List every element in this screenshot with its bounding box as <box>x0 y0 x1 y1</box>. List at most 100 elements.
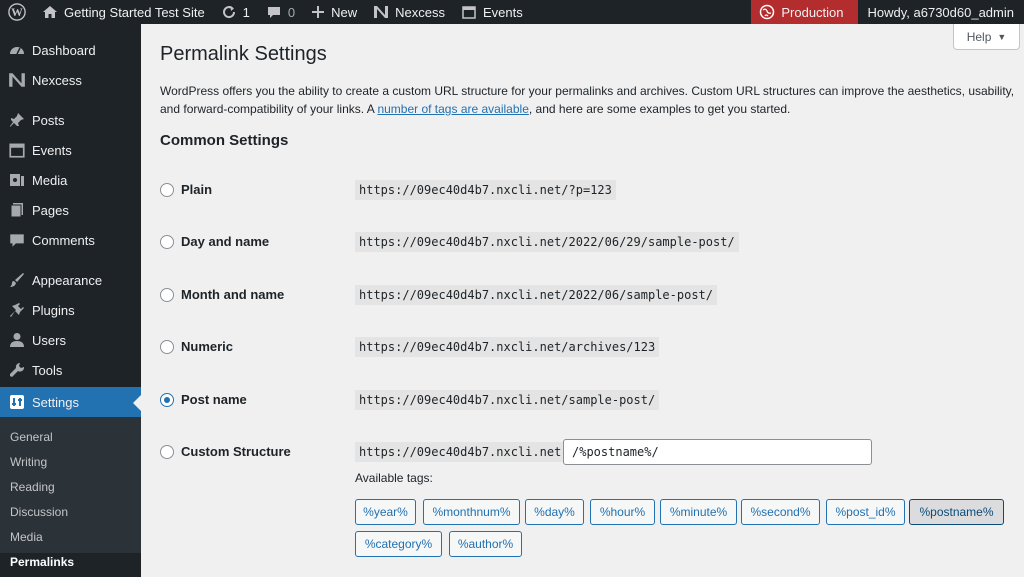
sidebar-item-label: Pages <box>32 202 69 218</box>
comments-link[interactable]: 0 <box>258 0 303 24</box>
submenu-item-media[interactable]: Media <box>10 530 43 544</box>
tag-hour-button[interactable]: %hour% <box>590 499 655 525</box>
page-title: Permalink Settings <box>160 43 327 65</box>
site-name-link[interactable]: Getting Started Test Site <box>34 0 213 24</box>
submenu-item-writing[interactable]: Writing <box>10 455 47 469</box>
intro-text-end: , and here are some examples to get you … <box>528 102 791 116</box>
tag-postname-button[interactable]: %postname% <box>909 499 1004 525</box>
tags-documentation-link[interactable]: number of tags are available <box>377 102 528 116</box>
tag-category-button[interactable]: %category% <box>355 531 442 557</box>
tag-second-button[interactable]: %second% <box>741 499 820 525</box>
pin-icon <box>7 110 27 130</box>
comments-count: 0 <box>287 4 296 20</box>
production-environment-badge[interactable]: Production <box>751 0 858 24</box>
admin-bar: W Getting Started Test Site 1 0 New Nexc… <box>0 0 1024 24</box>
plugin-icon <box>7 300 27 320</box>
sidebar-item-posts[interactable]: Posts <box>0 105 141 135</box>
radio-plain[interactable] <box>160 183 174 197</box>
sidebar-item-label: Events <box>32 142 72 158</box>
submenu-item-permalinks[interactable]: Permalinks <box>10 555 74 569</box>
media-icon <box>7 170 27 190</box>
admin-sidebar: Dashboard Nexcess Posts Events Media Pag… <box>0 24 141 577</box>
sidebar-item-dashboard[interactable]: Dashboard <box>0 35 141 65</box>
permalink-option-plain: Plain https://09ec40d4b7.nxcli.net/?p=12… <box>160 178 1020 202</box>
calendar-icon <box>7 140 27 160</box>
sidebar-item-tools[interactable]: Tools <box>0 355 141 385</box>
main-content: Help ▼ Permalink Settings WordPress offe… <box>141 24 1024 577</box>
sidebar-item-nexcess[interactable]: Nexcess <box>0 65 141 95</box>
option-label[interactable]: Plain <box>181 182 212 197</box>
example-url: https://09ec40d4b7.nxcli.net/archives/12… <box>355 337 660 357</box>
radio-post-name[interactable] <box>160 393 174 407</box>
sidebar-item-label: Users <box>32 332 66 348</box>
tag-monthnum-button[interactable]: %monthnum% <box>423 499 520 525</box>
tag-year-button[interactable]: %year% <box>355 499 416 525</box>
sidebar-item-label: Tools <box>32 362 63 378</box>
comment-bubble-icon <box>267 7 280 18</box>
sidebar-item-appearance[interactable]: Appearance <box>0 265 141 295</box>
help-button[interactable]: Help ▼ <box>953 24 1020 50</box>
events-link[interactable]: Events <box>453 0 531 24</box>
home-icon <box>43 6 57 18</box>
sidebar-item-label: Plugins <box>32 302 75 318</box>
option-label[interactable]: Post name <box>181 392 247 407</box>
submenu-item-general[interactable]: General <box>10 430 53 444</box>
tag-minute-button[interactable]: %minute% <box>660 499 737 525</box>
nexcess-icon <box>7 70 27 90</box>
tag-post-id-button[interactable]: %post_id% <box>826 499 905 525</box>
nexcess-link[interactable]: Nexcess <box>365 0 453 24</box>
updates-link[interactable]: 1 <box>213 0 258 24</box>
radio-custom-structure[interactable] <box>160 445 174 459</box>
common-settings-heading: Common Settings <box>160 132 289 149</box>
wrench-icon <box>7 360 27 380</box>
comment-icon <box>7 230 27 250</box>
tag-author-button[interactable]: %author% <box>449 531 522 557</box>
new-label: New <box>331 4 358 20</box>
nexcess-icon <box>374 6 389 18</box>
caret-down-icon: ▼ <box>997 31 1007 42</box>
example-url: https://09ec40d4b7.nxcli.net/2022/06/29/… <box>355 232 739 252</box>
user-account-menu[interactable]: Howdy, a6730d60_admin <box>858 0 1024 24</box>
dashboard-icon <box>7 40 27 60</box>
sidebar-item-plugins[interactable]: Plugins <box>0 295 141 325</box>
available-tags-label: Available tags: <box>355 471 433 485</box>
pages-icon <box>7 200 27 220</box>
sidebar-item-label: Settings <box>32 394 79 410</box>
tag-day-button[interactable]: %day% <box>525 499 584 525</box>
permalink-option-month-and-name: Month and name https://09ec40d4b7.nxcli.… <box>160 283 1020 307</box>
custom-structure-input[interactable] <box>563 439 872 465</box>
radio-day-and-name[interactable] <box>160 235 174 249</box>
radio-month-and-name[interactable] <box>160 288 174 302</box>
howdy-text: Howdy, a6730d60_admin <box>867 4 1014 20</box>
wordpress-logo-button[interactable]: W <box>0 0 34 24</box>
updates-count: 1 <box>242 4 250 20</box>
sidebar-item-events[interactable]: Events <box>0 135 141 165</box>
svg-text:W: W <box>11 6 23 19</box>
new-content-link[interactable]: New <box>303 0 365 24</box>
brush-icon <box>7 270 27 290</box>
nexcess-label: Nexcess <box>395 4 446 20</box>
option-label[interactable]: Month and name <box>181 287 284 302</box>
submenu-item-reading[interactable]: Reading <box>10 480 55 494</box>
submenu-item-discussion[interactable]: Discussion <box>10 505 68 519</box>
sidebar-item-comments[interactable]: Comments <box>0 225 141 255</box>
permalink-option-numeric: Numeric https://09ec40d4b7.nxcli.net/arc… <box>160 335 1020 359</box>
sidebar-item-media[interactable]: Media <box>0 165 141 195</box>
site-name: Getting Started Test Site <box>64 4 205 20</box>
sidebar-item-pages[interactable]: Pages <box>0 195 141 225</box>
wordpress-icon: W <box>8 3 26 21</box>
production-label: Production <box>781 4 844 20</box>
option-label[interactable]: Numeric <box>181 339 233 354</box>
help-label: Help <box>966 29 992 44</box>
permalink-option-post-name: Post name https://09ec40d4b7.nxcli.net/s… <box>160 388 1020 412</box>
option-label[interactable]: Custom Structure <box>181 444 291 459</box>
option-label[interactable]: Day and name <box>181 234 269 249</box>
sidebar-item-label: Dashboard <box>32 42 96 58</box>
radio-numeric[interactable] <box>160 340 174 354</box>
plus-icon <box>312 6 325 18</box>
settings-submenu: General Writing Reading Discussion Media… <box>0 417 141 569</box>
settings-icon <box>7 392 27 412</box>
sidebar-item-users[interactable]: Users <box>0 325 141 355</box>
sidebar-item-settings[interactable]: Settings <box>0 387 141 417</box>
permalink-option-day-and-name: Day and name https://09ec40d4b7.nxcli.ne… <box>160 230 1020 254</box>
